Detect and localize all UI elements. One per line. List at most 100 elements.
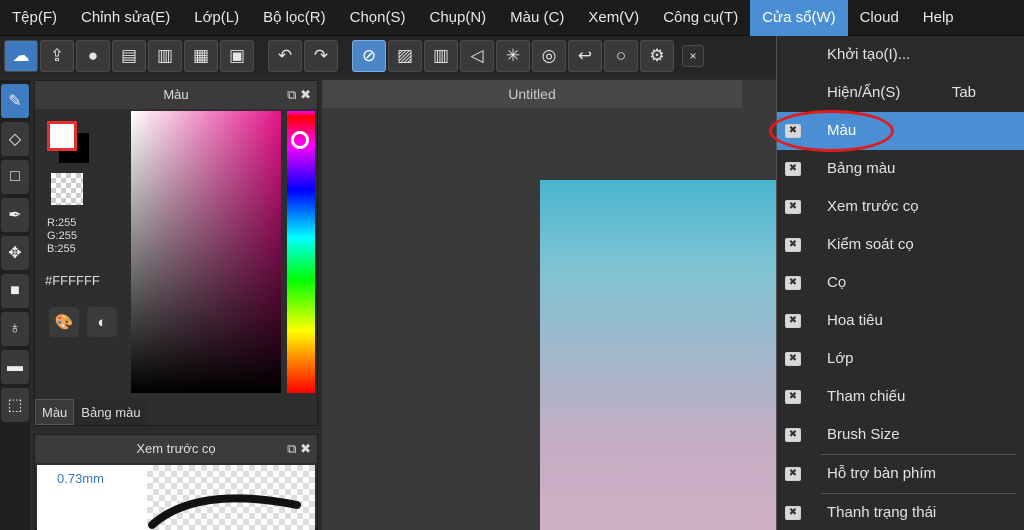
menubar: Tệp(F) Chỉnh sửa(E) Lớp(L) Bộ lọc(R) Chọ… xyxy=(0,0,1024,36)
menu-cloud[interactable]: Cloud xyxy=(848,0,911,36)
comment-icon[interactable]: ▤ xyxy=(112,40,146,72)
checkbox-icon: ✖ xyxy=(785,200,801,214)
blue-value: B:255 xyxy=(47,243,76,255)
menu-item-label: Brush Size xyxy=(827,426,900,443)
menu-item-label: Tham chiếu xyxy=(827,388,906,405)
menu-item-show-hide[interactable]: Hiện/Ẩn(S) Tab xyxy=(777,74,1024,112)
menu-item-palette[interactable]: ✖ Bảng màu xyxy=(777,150,1024,188)
brush-preview-panel: Xem trước cọ ⧉ ✖ 0.73mm xyxy=(34,434,318,530)
bucket-tool-icon[interactable]: ♁ xyxy=(1,312,29,346)
chat-icon[interactable]: ● xyxy=(76,40,110,72)
shortcut-label: Tab xyxy=(951,84,976,101)
annotation-circle xyxy=(769,110,894,152)
brush-size-label: 0.73mm xyxy=(57,471,104,486)
tab-color[interactable]: Màu xyxy=(35,399,75,425)
lasso-tool-icon[interactable]: ⬚ xyxy=(1,388,29,422)
brush-panel-header: Xem trước cọ ⧉ ✖ xyxy=(35,435,317,463)
checkbox-icon: ✖ xyxy=(785,276,801,290)
toolbar: ☁ ⇪ ● ▤ ▥ ▦ ▣ ↶ ↷ ⊘ ▨ ▥ ◁ ✳ ◎ ↩ ○ ⚙ × xyxy=(0,36,780,76)
pen-tool-icon[interactable]: ✒ xyxy=(1,198,29,232)
color-picker-icon[interactable]: ◐ xyxy=(87,307,117,337)
menu-item-status-bar[interactable]: ✖ Thanh trạng thái xyxy=(777,494,1024,530)
gradient-tool-icon[interactable]: ▬ xyxy=(1,350,29,384)
detach-icon[interactable]: ⧉ xyxy=(287,441,296,456)
rgb-values: R:255 G:255 B:255 xyxy=(47,217,77,256)
menu-file[interactable]: Tệp(F) xyxy=(0,0,69,36)
checkbox-icon: ✖ xyxy=(785,390,801,404)
undo-icon[interactable]: ↶ xyxy=(268,40,302,72)
transparent-color-swatch[interactable] xyxy=(51,173,83,205)
color-panel-tabs: Màu Bảng màu xyxy=(35,399,148,427)
menu-window[interactable]: Cửa sổ(W) xyxy=(750,0,848,36)
parallel-snap-icon[interactable]: ▨ xyxy=(388,40,422,72)
menu-item-label: Kiểm soát cọ xyxy=(827,236,914,253)
panel-buttons: ⧉ ✖ xyxy=(287,435,311,463)
menu-item-reference[interactable]: ✖ Tham chiếu xyxy=(777,378,1024,416)
hue-slider[interactable] xyxy=(287,111,315,393)
concentric-snap-icon[interactable]: ◎ xyxy=(532,40,566,72)
curve-snap-icon[interactable]: ↩ xyxy=(568,40,602,72)
menu-item-layer[interactable]: ✖ Lớp xyxy=(777,340,1024,378)
redo-icon[interactable]: ↷ xyxy=(304,40,338,72)
no-snap-icon[interactable]: ⊘ xyxy=(352,40,386,72)
close-icon[interactable]: × xyxy=(682,45,704,67)
close-icon[interactable]: ✖ xyxy=(300,87,311,102)
menu-view[interactable]: Xem(V) xyxy=(576,0,651,36)
layers-icon[interactable]: ▦ xyxy=(184,40,218,72)
menu-item-label: Lớp xyxy=(827,350,854,367)
menu-item-brush-preview[interactable]: ✖ Xem trước cọ xyxy=(777,188,1024,226)
menu-item-label: Hiện/Ẩn(S) xyxy=(827,84,901,101)
menu-select[interactable]: Chọn(S) xyxy=(338,0,418,36)
menu-layer[interactable]: Lớp(L) xyxy=(182,0,251,36)
select-rect-icon[interactable]: □ xyxy=(1,160,29,194)
menu-tools[interactable]: Công cụ(T) xyxy=(651,0,750,36)
menu-capture[interactable]: Chụp(N) xyxy=(417,0,498,36)
menu-item-label: Hỗ trợ bàn phím xyxy=(827,465,937,482)
color-panel-header: Màu ⧉ ✖ xyxy=(35,81,317,109)
menu-help[interactable]: Help xyxy=(911,0,966,36)
tab-palette[interactable]: Bảng màu xyxy=(74,399,148,425)
menu-item-init[interactable]: Khởi tạo(I)... xyxy=(777,36,1024,74)
circle-snap-icon[interactable]: ○ xyxy=(604,40,638,72)
brush-tool-icon[interactable]: ✎ xyxy=(1,84,29,118)
document-tab[interactable]: Untitled xyxy=(322,80,742,108)
checkbox-icon: ✖ xyxy=(785,352,801,366)
foreground-color-swatch[interactable] xyxy=(47,121,77,151)
menu-edit[interactable]: Chỉnh sửa(E) xyxy=(69,0,182,36)
detach-icon[interactable]: ⧉ xyxy=(287,87,296,102)
page-icon[interactable]: ▥ xyxy=(148,40,182,72)
settings-icon[interactable]: ⚙ xyxy=(640,40,674,72)
move-tool-icon[interactable]: ✥ xyxy=(1,236,29,270)
checkbox-icon: ✖ xyxy=(785,467,801,481)
grid-add-icon[interactable]: ▣ xyxy=(220,40,254,72)
palette-icon[interactable]: 🎨 xyxy=(49,307,79,337)
cloud-upload-icon[interactable]: ☁ xyxy=(4,40,38,72)
saturation-value-picker[interactable] xyxy=(131,111,281,393)
brush-stroke-preview xyxy=(147,465,315,530)
menu-color[interactable]: Màu (C) xyxy=(498,0,576,36)
color-panel-title: Màu xyxy=(163,87,189,102)
menu-item-brush-control[interactable]: ✖ Kiểm soát cọ xyxy=(777,226,1024,264)
menu-filter[interactable]: Bộ lọc(R) xyxy=(251,0,338,36)
fill-rect-icon[interactable]: ■ xyxy=(1,274,29,308)
grid-snap-icon[interactable]: ▥ xyxy=(424,40,458,72)
brush-stroke xyxy=(148,494,301,529)
checkbox-icon: ✖ xyxy=(785,506,801,520)
menu-item-brush-size[interactable]: ✖ Brush Size xyxy=(777,416,1024,454)
menu-item-keyboard-support[interactable]: ✖ Hỗ trợ bàn phím xyxy=(777,455,1024,493)
canvas-artwork[interactable] xyxy=(540,180,776,530)
menu-item-navigator[interactable]: ✖ Hoa tiêu xyxy=(777,302,1024,340)
checkbox-icon: ✖ xyxy=(785,162,801,176)
perspective-snap-icon[interactable]: ◁ xyxy=(460,40,494,72)
canvas-area: Untitled xyxy=(322,80,776,530)
menu-item-brush[interactable]: ✖ Cọ xyxy=(777,264,1024,302)
menu-item-label: Cọ xyxy=(827,274,847,291)
radial-snap-icon[interactable]: ✳ xyxy=(496,40,530,72)
menu-item-label: Xem trước cọ xyxy=(827,198,919,215)
export-icon[interactable]: ⇪ xyxy=(40,40,74,72)
brush-preview: 0.73mm xyxy=(37,465,315,530)
hue-handle[interactable] xyxy=(291,131,309,149)
close-icon[interactable]: ✖ xyxy=(300,441,311,456)
eraser-tool-icon[interactable]: ◇ xyxy=(1,122,29,156)
checkbox-icon: ✖ xyxy=(785,238,801,252)
